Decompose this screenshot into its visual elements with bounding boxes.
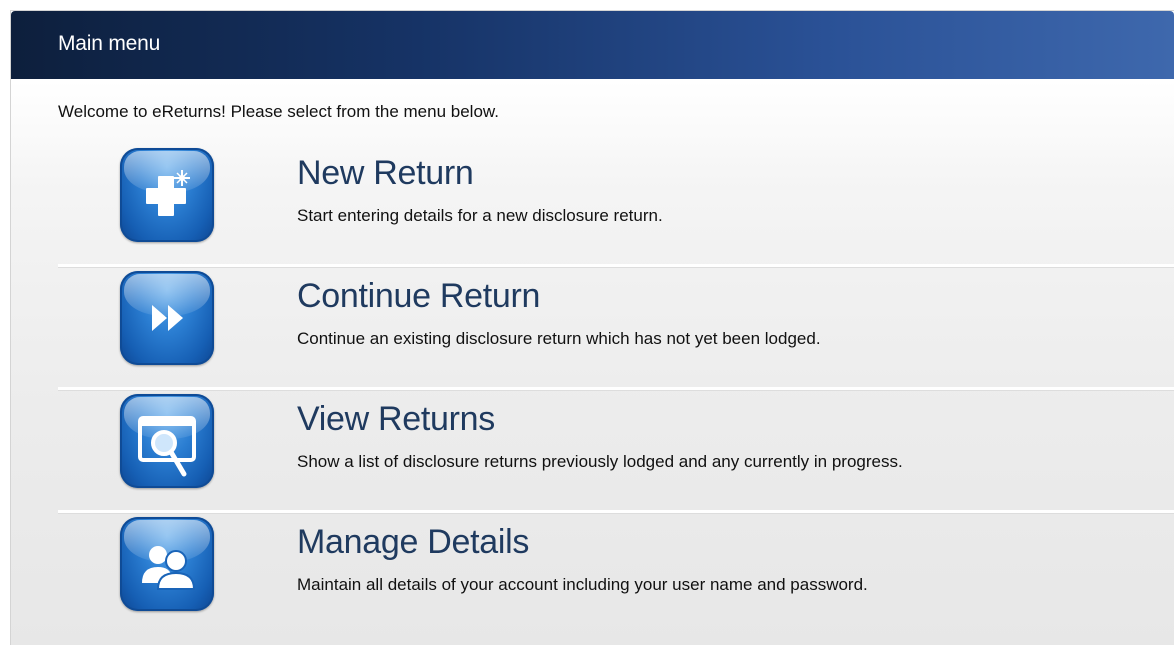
- menu-item-description: Show a list of disclosure returns previo…: [297, 452, 903, 471]
- menu-item-title[interactable]: Manage Details: [297, 523, 529, 562]
- menu-item-manage-details[interactable]: Manage Details Maintain all details of y…: [11, 517, 1174, 617]
- plus-icon[interactable]: [120, 148, 214, 242]
- menu-item-new-return[interactable]: New Return Start entering details for a …: [11, 148, 1174, 248]
- menu-item-description: Maintain all details of your account inc…: [297, 575, 868, 594]
- menu-item-description: Continue an existing disclosure return w…: [297, 329, 821, 348]
- menu-item-description: Start entering details for a new disclos…: [297, 206, 663, 225]
- divider: [58, 264, 1174, 267]
- page-title: Main menu: [58, 32, 161, 55]
- header-bar: Main menu: [11, 11, 1174, 79]
- menu-item-title[interactable]: New Return: [297, 154, 474, 193]
- divider: [58, 510, 1174, 513]
- users-icon[interactable]: [120, 517, 214, 611]
- welcome-message: Welcome to eReturns! Please select from …: [58, 102, 499, 121]
- menu-item-continue-return[interactable]: Continue Return Continue an existing dis…: [11, 271, 1174, 371]
- divider: [58, 387, 1174, 390]
- menu-item-view-returns[interactable]: View Returns Show a list of disclosure r…: [11, 394, 1174, 494]
- main-menu-panel: Main menu Welcome to eReturns! Please se…: [10, 10, 1174, 645]
- fast-forward-icon[interactable]: [120, 271, 214, 365]
- menu-item-title[interactable]: View Returns: [297, 400, 495, 439]
- menu-item-title[interactable]: Continue Return: [297, 277, 540, 316]
- magnifier-window-icon[interactable]: [120, 394, 214, 488]
